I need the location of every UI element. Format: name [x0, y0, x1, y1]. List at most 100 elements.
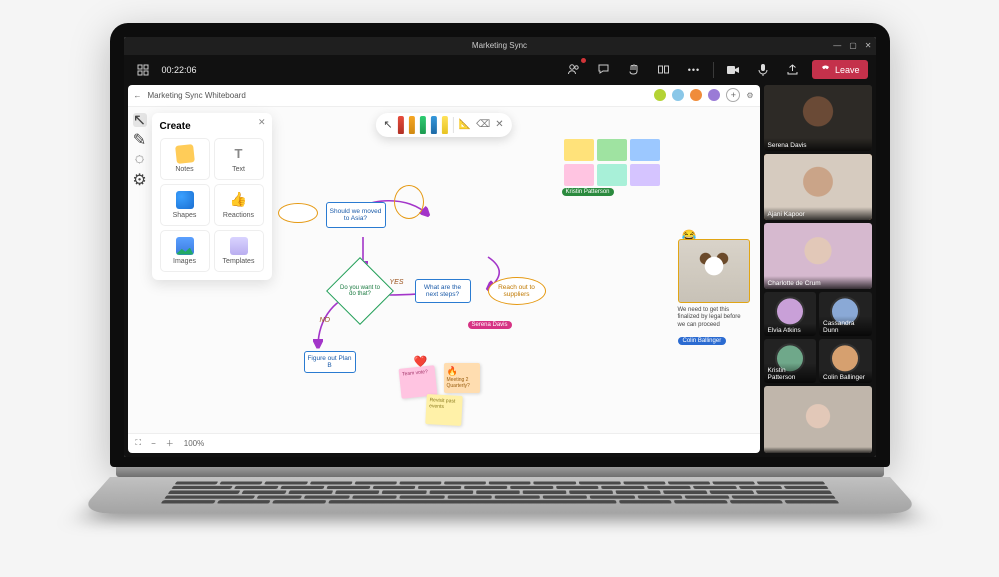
- wb-title: Marketing Sync Whiteboard: [148, 91, 246, 100]
- video-tile[interactable]: Ajani Kapoor: [764, 154, 872, 220]
- collaborator-avatar[interactable]: [654, 89, 666, 101]
- create-panel: ✕ Create Notes T Text: [152, 113, 272, 280]
- draw-tool[interactable]: ✎: [133, 133, 147, 147]
- meeting-toolbar: 00:22:06: [124, 55, 876, 85]
- pen-toolbar-close[interactable]: ✕: [495, 119, 503, 130]
- create-templates[interactable]: Templates: [214, 230, 264, 272]
- eraser-tool[interactable]: ◌: [133, 153, 147, 167]
- video-tile[interactable]: Serena Davis: [764, 85, 872, 151]
- mic-toggle[interactable]: [752, 59, 774, 81]
- swatch-green[interactable]: [597, 139, 627, 161]
- more-actions-button[interactable]: •••: [683, 59, 705, 81]
- create-item-label: Templates: [223, 258, 255, 265]
- swatch-blue[interactable]: [630, 139, 660, 161]
- leave-icon: [820, 63, 831, 76]
- live-cursor-colin: Colin Ballinger: [678, 337, 727, 345]
- live-cursor-serena: Serena Davis: [468, 321, 512, 329]
- image-caption: We need to get this finalized by legal b…: [678, 307, 750, 330]
- participant-name: Elvia Atkins: [764, 323, 817, 336]
- shape-icon: [176, 191, 194, 209]
- hand-icon: [627, 63, 641, 77]
- sticky-yellow[interactable]: Revisit past events: [425, 394, 463, 426]
- pen-red[interactable]: [398, 116, 404, 134]
- whiteboard-header: ← Marketing Sync Whiteboard + ⚙: [128, 85, 760, 107]
- flow-node-ellipse-left[interactable]: [278, 203, 318, 223]
- wb-back-button[interactable]: ←: [134, 91, 142, 100]
- whiteboard-canvas[interactable]: ↖ ✎ ◌ ⚙ ✕ Create Note: [128, 107, 760, 433]
- zoom-in-button[interactable]: ＋: [166, 438, 174, 449]
- note-palette[interactable]: Kristin Patterson: [564, 139, 660, 186]
- flow-node-figure-out[interactable]: Figure out Plan B: [304, 351, 356, 373]
- meeting-timer: 00:22:06: [162, 65, 197, 75]
- create-item-label: Notes: [175, 166, 193, 173]
- share-button[interactable]: [782, 59, 804, 81]
- pen-blue[interactable]: [431, 116, 437, 134]
- pointer-tool[interactable]: ↖: [383, 118, 392, 131]
- pen-orange[interactable]: [409, 116, 415, 134]
- leave-button[interactable]: Leave: [812, 60, 868, 79]
- pen-green[interactable]: [420, 116, 426, 134]
- video-tile[interactable]: Colin Ballinger: [819, 339, 872, 383]
- bulldog-image[interactable]: [678, 239, 750, 303]
- video-tile[interactable]: Cassandra Dunn: [819, 292, 872, 336]
- rooms-icon: [657, 63, 671, 77]
- video-tile[interactable]: Charlotte de Crum: [764, 223, 872, 289]
- create-panel-title: Create: [160, 121, 264, 132]
- pen-eraser[interactable]: ⌫: [476, 119, 490, 130]
- screen-bezel: Marketing Sync — ▢ ✕ 00:22:06: [110, 23, 890, 467]
- create-reactions[interactable]: 👍 Reactions: [214, 184, 264, 226]
- text-icon: T: [230, 145, 248, 163]
- collaborator-avatar[interactable]: [708, 89, 720, 101]
- zoom-out-button[interactable]: −: [151, 439, 156, 448]
- add-collaborator-button[interactable]: +: [726, 88, 740, 102]
- leave-label: Leave: [835, 65, 860, 75]
- minimize-button[interactable]: —: [833, 41, 841, 50]
- ruler-tool[interactable]: 📐: [459, 119, 471, 130]
- highlighter-yellow[interactable]: [442, 116, 448, 134]
- video-tile[interactable]: [764, 386, 872, 452]
- heart-reaction-icon[interactable]: ❤️: [414, 355, 428, 368]
- select-tool[interactable]: ↖: [133, 113, 147, 127]
- swatch-yellow[interactable]: [564, 139, 594, 161]
- settings-tool[interactable]: ⚙: [133, 173, 147, 187]
- breakout-rooms-button[interactable]: [653, 59, 675, 81]
- pen-toolbar[interactable]: ↖ 📐 ⌫ ✕: [375, 113, 511, 137]
- edge-label-yes: YES: [390, 279, 404, 286]
- camera-toggle[interactable]: [722, 59, 744, 81]
- participant-name: Colin Ballinger: [819, 370, 872, 383]
- video-tile[interactable]: Kristin Patterson: [764, 339, 817, 383]
- collaborator-avatar[interactable]: [690, 89, 702, 101]
- chat-button[interactable]: [593, 59, 615, 81]
- maximize-button[interactable]: ▢: [849, 41, 857, 50]
- screen: Marketing Sync — ▢ ✕ 00:22:06: [124, 37, 876, 457]
- participants-button[interactable]: [563, 59, 585, 81]
- reactions-button[interactable]: [623, 59, 645, 81]
- create-shapes[interactable]: Shapes: [160, 184, 210, 226]
- flow-node-reach-out[interactable]: Reach out to suppliers: [488, 277, 546, 305]
- sticky-pink[interactable]: Team vote?: [398, 365, 437, 399]
- template-icon: [230, 237, 248, 255]
- sticky-orange[interactable]: 🔥 Meeting 2 Quarterly?: [444, 363, 480, 393]
- flow-node-move-asia[interactable]: Should we moved to Asia?: [326, 202, 386, 228]
- video-tile[interactable]: Elvia Atkins: [764, 292, 817, 336]
- collaborator-avatar[interactable]: [672, 89, 684, 101]
- create-notes[interactable]: Notes: [160, 138, 210, 180]
- swatch-mint[interactable]: [597, 164, 627, 186]
- laptop-base: [110, 477, 890, 555]
- whiteboard-panel: ← Marketing Sync Whiteboard + ⚙ ↖: [128, 85, 760, 453]
- create-text[interactable]: T Text: [214, 138, 264, 180]
- flow-node-circle[interactable]: [392, 185, 426, 219]
- close-button[interactable]: ✕: [865, 41, 872, 50]
- grid-icon: [136, 63, 150, 77]
- wb-settings-button[interactable]: ⚙: [746, 91, 753, 100]
- layout-grid-button[interactable]: [132, 59, 154, 81]
- participant-video: [764, 386, 872, 452]
- swatch-lilac[interactable]: [630, 164, 660, 186]
- fit-view-button[interactable]: ⛶: [136, 438, 142, 448]
- flow-node-next-steps[interactable]: What are the next steps?: [415, 279, 471, 303]
- create-images[interactable]: Images: [160, 230, 210, 272]
- create-close-button[interactable]: ✕: [258, 117, 266, 128]
- image-card[interactable]: 😂 We need to get this finalized by legal…: [678, 239, 750, 348]
- create-item-label: Text: [232, 166, 245, 173]
- share-icon: [786, 63, 800, 77]
